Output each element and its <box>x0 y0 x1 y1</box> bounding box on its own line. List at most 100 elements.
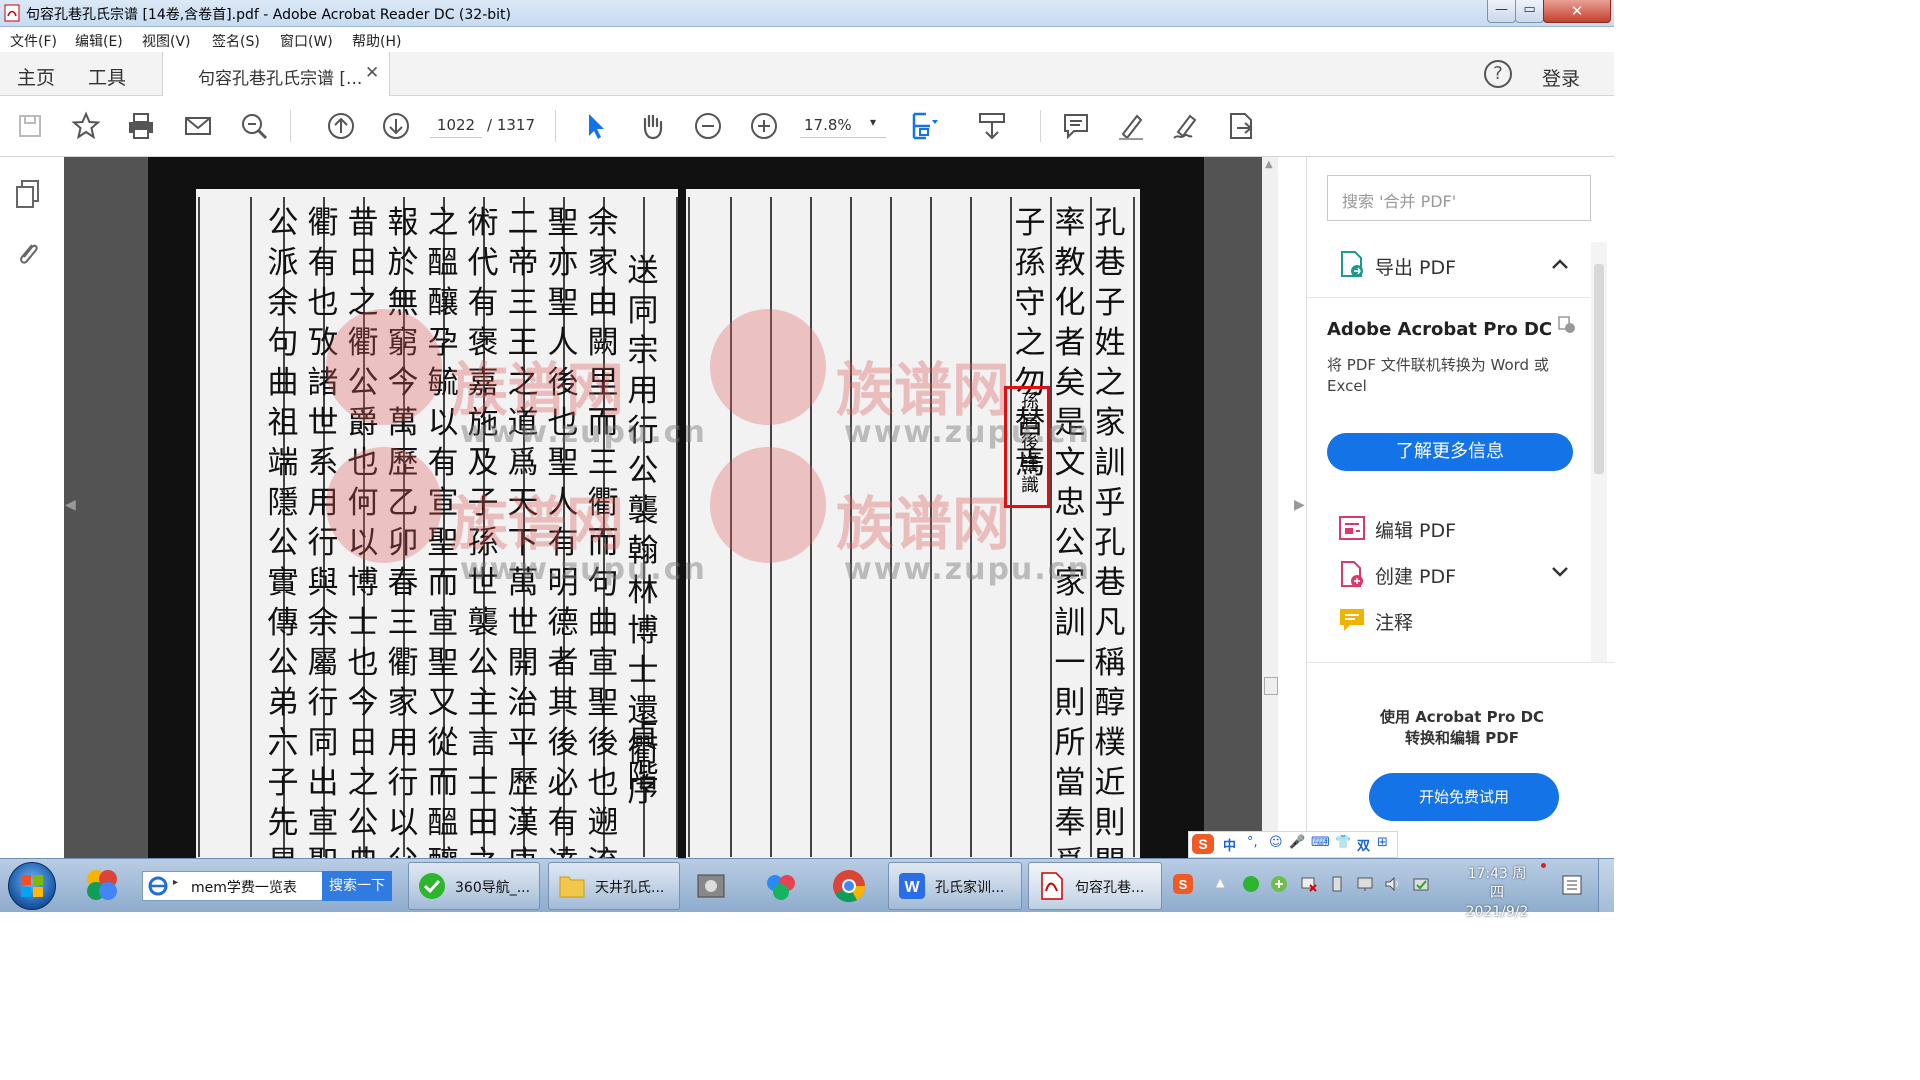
menu-window[interactable]: 窗口(W) <box>280 31 333 51</box>
attachment-icon[interactable] <box>14 237 42 269</box>
ime-skin-icon[interactable]: 👕 <box>1335 835 1351 850</box>
chevron-up-icon[interactable] <box>1551 257 1569 271</box>
edit-pdf-item[interactable]: 编辑 PDF <box>1375 516 1456 543</box>
ime-chinese-mode[interactable]: 中 <box>1223 835 1236 854</box>
select-cursor-icon[interactable] <box>580 110 612 142</box>
tool-search-input[interactable]: 搜索 '合并 PDF' <box>1327 175 1591 221</box>
tab-home[interactable]: 主页 <box>17 63 55 90</box>
sogou-tray-icon[interactable]: S <box>1172 873 1194 895</box>
title-bar: 句容孔巷孔氏宗谱 [14卷,含卷首].pdf - Adobe Acrobat R… <box>0 0 1614 27</box>
tab-tools[interactable]: 工具 <box>88 63 126 90</box>
taskbar-button-folder[interactable]: 天井孔氏... <box>548 862 680 910</box>
collapse-left-icon[interactable]: ◀ <box>65 497 76 513</box>
print-icon[interactable] <box>125 110 157 142</box>
360-tray-icon[interactable] <box>1242 875 1260 893</box>
sign-icon[interactable] <box>1170 110 1202 142</box>
dropdown-arrow-icon[interactable]: ▸ <box>173 877 178 888</box>
security-tray-icon[interactable] <box>1270 875 1288 893</box>
window-title: 句容孔巷孔氏宗谱 [14卷,含卷首].pdf - Adobe Acrobat R… <box>26 7 511 23</box>
document-scrollbar[interactable]: ▲ <box>1262 157 1278 862</box>
ime-emoji-icon[interactable]: ☺ <box>1269 835 1283 850</box>
tools-scrollbar[interactable] <box>1591 242 1607 662</box>
baidu-netdisk-icon[interactable] <box>762 867 800 905</box>
star-icon[interactable] <box>70 110 102 142</box>
export-pdf-item[interactable]: 导出 PDF <box>1375 253 1456 280</box>
taskbar-button-acrobat[interactable]: 句容孔巷... <box>1028 862 1162 910</box>
close-button[interactable]: ✕ <box>1543 0 1611 23</box>
menu-bar: 文件(F) 编辑(E) 视图(V) 签名(S) 窗口(W) 帮助(H) <box>0 27 1614 52</box>
ie-address-bar[interactable]: ▸ mem学费一览表 <box>142 871 324 901</box>
menu-edit[interactable]: 编辑(E) <box>75 31 123 51</box>
scroll-thumb[interactable] <box>1264 677 1278 695</box>
ime-voice-icon[interactable]: 🎤 <box>1289 835 1305 850</box>
next-page-icon[interactable] <box>380 110 412 142</box>
fit-page-icon[interactable] <box>908 110 940 142</box>
menu-sign[interactable]: 签名(S) <box>212 31 260 51</box>
tab-document[interactable]: 句容孔巷孔氏宗谱 [... ✕ <box>162 52 390 96</box>
search-go-button[interactable]: 搜索一下 <box>322 871 392 901</box>
zoom-in-icon[interactable] <box>748 110 780 142</box>
ime-punct-mode[interactable]: °, <box>1247 835 1258 850</box>
comment-item[interactable]: 注释 <box>1375 608 1413 635</box>
hand-icon[interactable] <box>636 110 668 142</box>
page-thumbnails-icon[interactable] <box>14 179 42 211</box>
watermark-seal <box>710 309 826 425</box>
ie-icon <box>148 876 168 896</box>
chrome-icon[interactable] <box>830 867 868 905</box>
show-desktop-button[interactable] <box>1598 859 1615 912</box>
chevron-down-icon[interactable] <box>1551 565 1569 579</box>
ime-toolbox-icon[interactable]: ⊞ <box>1377 835 1388 850</box>
mail-icon[interactable] <box>182 110 214 142</box>
volume-tray-icon[interactable] <box>1384 875 1402 893</box>
cloud-convert-icon <box>1558 316 1575 333</box>
action-center-icon[interactable] <box>1560 873 1584 897</box>
watermark-text: 族谱网 <box>450 490 625 558</box>
minimize-button[interactable]: — <box>1487 0 1516 23</box>
divider <box>1307 662 1615 663</box>
check-tray-icon[interactable] <box>1412 875 1430 893</box>
clock-time: 17:43 周四 <box>1467 866 1527 901</box>
collapse-right-icon[interactable]: ▶ <box>1294 497 1305 513</box>
ime-double-pinyin[interactable]: 双 <box>1357 835 1370 854</box>
help-icon[interactable]: ? <box>1484 60 1512 88</box>
maximize-button[interactable]: ▭ <box>1515 0 1544 23</box>
zoom-out-icon[interactable] <box>692 110 724 142</box>
highlight-icon[interactable] <box>1115 110 1147 142</box>
search-zoom-icon[interactable] <box>238 110 270 142</box>
sogou-icon[interactable]: S <box>1191 833 1215 855</box>
tools-app-icon[interactable] <box>692 867 730 905</box>
taskbar-button-360[interactable]: 360导航_... <box>408 862 540 910</box>
taskbar-button-word[interactable]: W 孔氏家训... <box>888 862 1022 910</box>
text-column: 孔巷子姓之家訓乎孔巷凡稱醇樸近則間有一二澆漓不 <box>1094 205 1126 862</box>
network-tray-icon[interactable] <box>1300 875 1318 893</box>
menu-help[interactable]: 帮助(H) <box>352 31 401 51</box>
page-number-input[interactable]: 1022 <box>430 113 482 138</box>
tray-expand-icon[interactable]: ▲ <box>1216 876 1224 889</box>
prev-page-icon[interactable] <box>325 110 357 142</box>
watermark-seal <box>710 447 826 563</box>
display-tray-icon[interactable] <box>1356 875 1374 893</box>
learn-more-button[interactable]: 了解更多信息 <box>1327 433 1573 471</box>
colorful-app-icon[interactable] <box>84 867 120 903</box>
create-pdf-icon <box>1341 561 1363 587</box>
zoom-select[interactable]: 17.8% ▾ <box>800 113 886 138</box>
scroll-up-icon[interactable]: ▲ <box>1265 159 1273 170</box>
usb-tray-icon[interactable] <box>1328 875 1346 893</box>
export-icon[interactable] <box>1225 110 1257 142</box>
watermark-url: www.zupu.cn <box>844 415 1091 450</box>
pdf-file-icon <box>1041 872 1063 900</box>
free-trial-button[interactable]: 开始免费试用 <box>1369 773 1559 821</box>
menu-view[interactable]: 视图(V) <box>142 31 191 51</box>
create-pdf-item[interactable]: 创建 PDF <box>1375 562 1456 589</box>
scroll-mode-icon[interactable] <box>976 110 1008 142</box>
highlight-box <box>1004 386 1050 508</box>
login-link[interactable]: 登录 <box>1542 64 1580 91</box>
system-clock[interactable]: 17:43 周四 2021/9/2 <box>1462 865 1532 922</box>
start-button[interactable] <box>8 862 56 910</box>
comment-icon[interactable] <box>1060 110 1092 142</box>
save-icon[interactable] <box>14 110 46 142</box>
tools-scroll-thumb[interactable] <box>1594 264 1604 474</box>
ime-keyboard-icon[interactable]: ⌨ <box>1311 835 1330 850</box>
menu-file[interactable]: 文件(F) <box>10 31 57 51</box>
tab-close-icon[interactable]: ✕ <box>365 63 379 83</box>
